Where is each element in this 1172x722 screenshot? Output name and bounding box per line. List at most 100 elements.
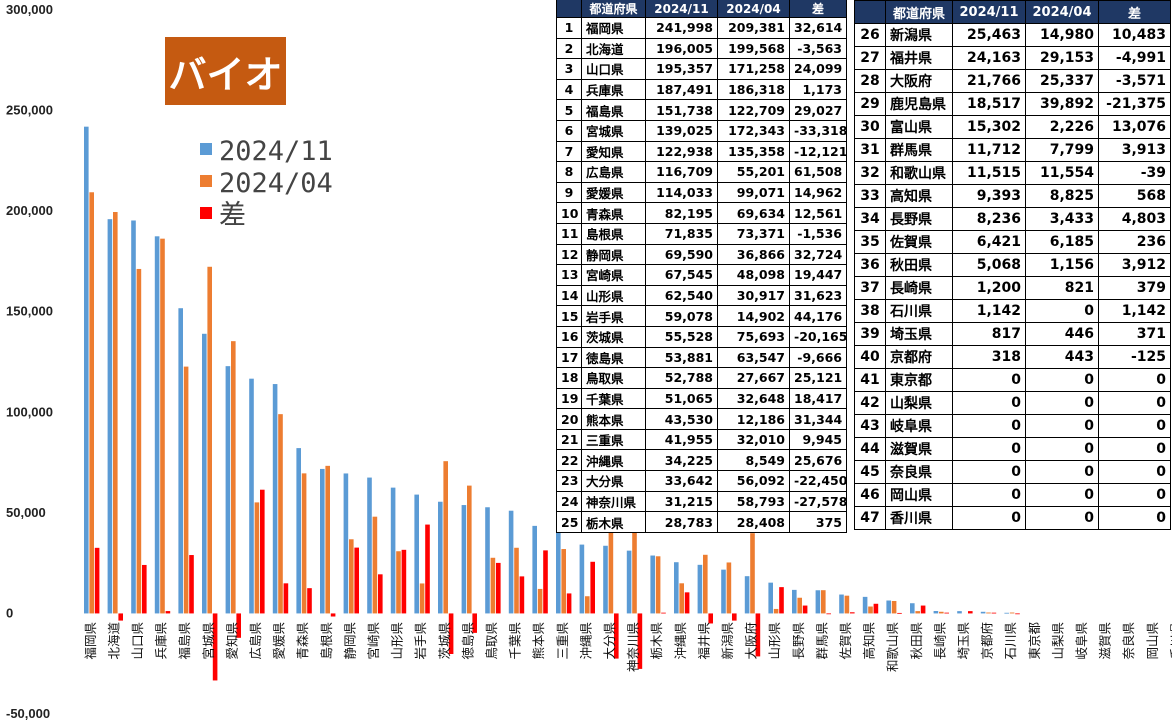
- bar-series-3: [118, 613, 123, 621]
- prefecture-cell: 滋賀県: [885, 437, 953, 461]
- table-row: 19 千葉県 51,065 32,648 18,417: [556, 387, 847, 410]
- table-row: 10 青森県 82,195 69,634 12,561: [556, 202, 847, 224]
- table-header-cell: 差: [1098, 0, 1171, 24]
- value-cell: 11,515: [952, 161, 1026, 185]
- value-cell: 151,738: [645, 99, 718, 121]
- value-cell: 8,236: [952, 207, 1026, 231]
- x-tick-label: 香川県: [1168, 622, 1172, 660]
- value-cell: 1,156: [1025, 253, 1099, 277]
- bar-series-3: [779, 587, 784, 614]
- bar-series-1: [933, 611, 939, 614]
- x-tick-label: 福岡県: [83, 622, 98, 660]
- table-row: 23 大分県 33,642 56,092 -22,450: [556, 470, 847, 492]
- rank-cell: 33: [854, 184, 886, 208]
- value-cell: 21,766: [952, 69, 1026, 93]
- value-cell: 12,186: [717, 408, 790, 430]
- x-tick-label: 茨城県: [437, 622, 452, 660]
- value-cell: 568: [1098, 184, 1171, 208]
- value-cell: 51,065: [645, 387, 718, 410]
- x-tick-label: 宮城県: [201, 622, 216, 660]
- bar-series-2: [868, 606, 873, 614]
- rank-cell: 41: [854, 368, 886, 392]
- rank-cell: 29: [854, 92, 886, 116]
- prefecture-cell: 京都府: [885, 345, 953, 369]
- rank-cell: 8: [556, 161, 582, 183]
- table-row: 42 山梨県 0 0 0: [854, 391, 1171, 415]
- bar-series-3: [991, 612, 997, 614]
- bar-series-2: [231, 341, 236, 614]
- value-cell: 6,185: [1025, 230, 1099, 254]
- table-row: 40 京都府 318 443 -125: [854, 345, 1171, 369]
- table-row: 47 香川県 0 0 0: [854, 506, 1171, 530]
- legend-swatch-2: [200, 175, 212, 187]
- table-header-cell: 都道府県: [885, 0, 953, 24]
- value-cell: 19,447: [789, 264, 847, 286]
- bar-series-1: [910, 603, 915, 614]
- value-cell: 18,517: [952, 92, 1026, 116]
- bar-series-1: [131, 220, 136, 614]
- bar-series-3: [566, 593, 572, 614]
- bar-series-1: [296, 448, 301, 614]
- value-cell: 821: [1025, 276, 1099, 300]
- rank-cell: 22: [556, 449, 582, 472]
- prefecture-cell: 千葉県: [581, 387, 646, 410]
- value-cell: 0: [1098, 414, 1171, 438]
- value-cell: 15,302: [952, 115, 1026, 139]
- value-cell: 32,648: [717, 387, 790, 410]
- bar-series-2: [349, 539, 354, 614]
- prefecture-cell: 秋田県: [885, 253, 953, 277]
- value-cell: 62,540: [645, 284, 718, 307]
- value-cell: 0: [1025, 299, 1099, 323]
- value-cell: 4,803: [1098, 207, 1171, 231]
- value-cell: 43,530: [645, 408, 718, 430]
- prefecture-cell: 福井県: [885, 46, 953, 70]
- bar-series-3: [307, 588, 312, 614]
- table-row: 7 愛知県 122,938 135,358 -12,121: [556, 140, 847, 163]
- table-row: 37 長崎県 1,200 821 379: [854, 276, 1171, 300]
- bar-series-2: [915, 611, 920, 614]
- value-cell: 18,417: [789, 387, 847, 410]
- value-cell: 8,825: [1025, 184, 1099, 208]
- bar-series-1: [343, 473, 349, 614]
- value-cell: 0: [1098, 483, 1171, 507]
- x-tick-label: 東京都: [1027, 622, 1042, 660]
- bar-series-2: [278, 414, 283, 614]
- bar-series-1: [626, 550, 632, 614]
- bar-series-3: [543, 550, 548, 614]
- bar-series-1: [225, 366, 231, 614]
- value-cell: 371: [1098, 322, 1171, 346]
- rank-cell: 25: [556, 511, 582, 533]
- bar-series-1: [556, 529, 561, 614]
- legend-label-3: 差: [219, 200, 246, 231]
- bar-series-1: [579, 544, 585, 614]
- rank-cell: 3: [556, 58, 582, 80]
- x-tick-label: 山梨県: [1050, 622, 1065, 660]
- bar-series-3: [684, 592, 690, 614]
- table-row: 41 東京都 0 0 0: [854, 368, 1171, 392]
- value-cell: 318: [952, 345, 1026, 369]
- prefecture-cell: 埼玉県: [885, 322, 953, 346]
- value-cell: 99,071: [717, 181, 790, 204]
- value-cell: 11,712: [952, 138, 1026, 162]
- bar-series-3: [802, 605, 808, 614]
- bar-series-3: [354, 547, 359, 614]
- value-cell: 63,547: [717, 346, 790, 369]
- table-row: 13 宮崎県 67,545 48,098 19,447: [556, 264, 847, 286]
- table-row: 25 栃木県 28,783 28,408 375: [556, 511, 847, 533]
- bar-series-3: [661, 612, 666, 614]
- bar-series-2: [585, 596, 590, 614]
- table-header-cell: 2024/04: [717, 0, 790, 18]
- value-cell: 0: [1025, 391, 1099, 415]
- value-cell: 1,200: [952, 276, 1026, 300]
- prefecture-cell: 宮城県: [581, 119, 646, 142]
- bar-series-3: [519, 576, 525, 614]
- value-cell: 24,099: [789, 58, 847, 80]
- bar-series-2: [844, 595, 850, 614]
- x-tick-label: 長野県: [791, 622, 806, 660]
- value-cell: 3,912: [1098, 253, 1171, 277]
- table-row: 44 滋賀県 0 0 0: [854, 437, 1171, 461]
- prefecture-cell: 山口県: [581, 58, 646, 80]
- table-row: 5 福島県 151,738 122,709 29,027: [556, 99, 847, 121]
- value-cell: 199,568: [717, 37, 790, 60]
- bar-series-2: [396, 551, 401, 614]
